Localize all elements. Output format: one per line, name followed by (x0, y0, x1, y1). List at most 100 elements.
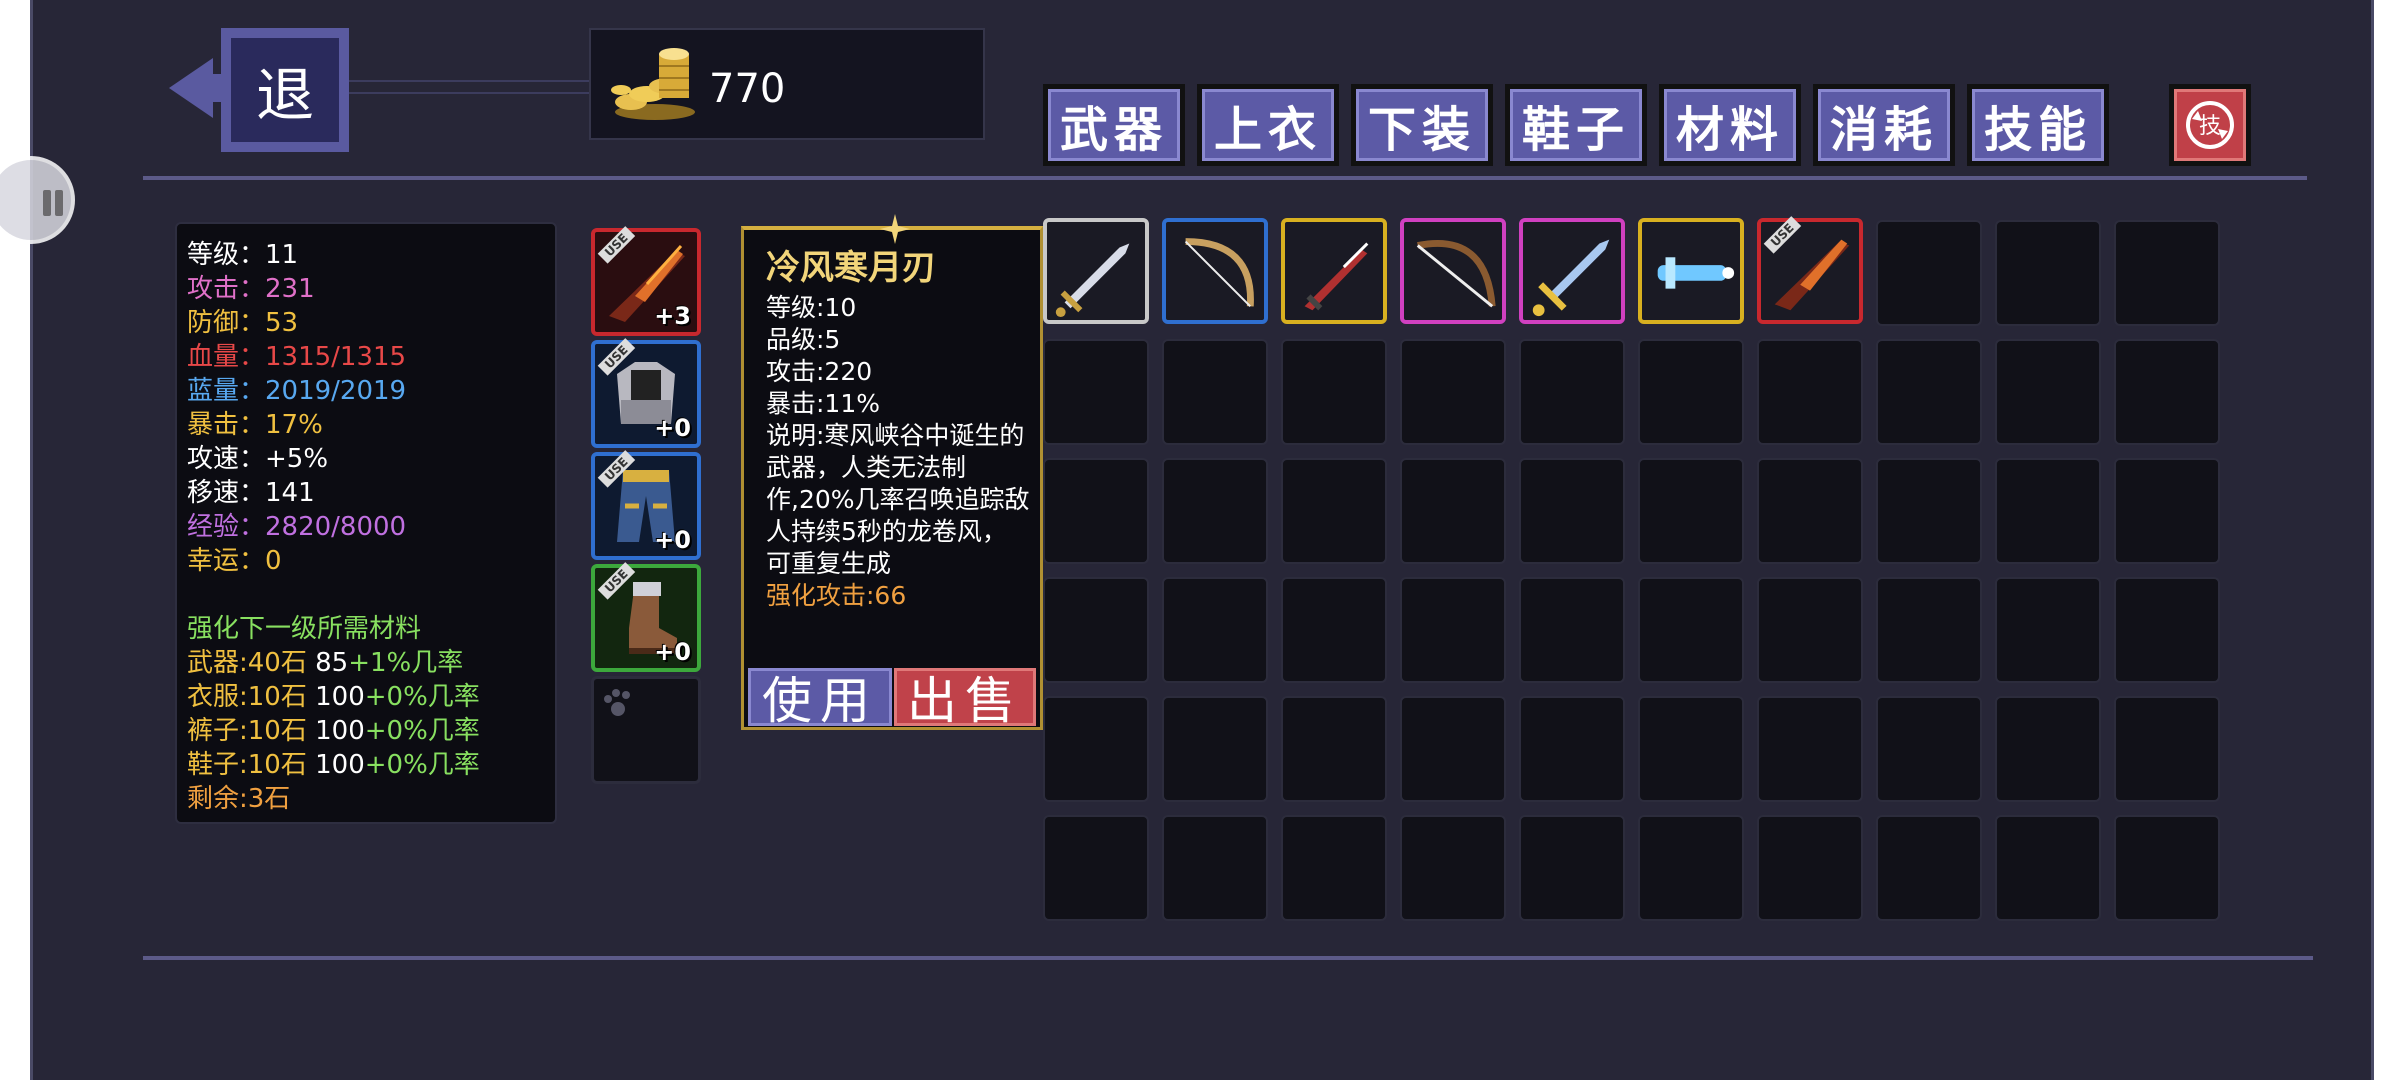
inventory-slot-empty[interactable] (1281, 339, 1387, 445)
inventory-slot-empty[interactable] (1995, 458, 2101, 564)
stat-attack-speed: 攻速：+5% (187, 444, 329, 474)
inventory-slot-empty[interactable] (1519, 339, 1625, 445)
inventory-slot-empty[interactable] (1995, 696, 2101, 802)
ice-blade-icon (1657, 257, 1735, 289)
upgrade-shoes-num: 100 (315, 750, 365, 780)
inventory-item-ice-blade[interactable] (1638, 218, 1744, 324)
inventory-slot-empty[interactable] (1876, 220, 1982, 326)
tab-skills[interactable]: 技能 (1967, 84, 2109, 166)
equipped-armor-slot[interactable]: USE +0 (591, 338, 701, 448)
inventory-slot-empty[interactable] (1519, 458, 1625, 564)
gold-coins-icon (611, 48, 695, 120)
inventory-item-long-bow[interactable] (1400, 218, 1506, 324)
upgrade-shoes-rate: +0%几率 (364, 750, 480, 780)
enhance-level: +0 (654, 414, 691, 442)
inventory-slot-empty[interactable] (1162, 458, 1268, 564)
inventory-slot-empty[interactable] (1638, 815, 1744, 921)
inventory-slot-empty[interactable] (1757, 696, 1863, 802)
tab-shoes[interactable]: 鞋子 (1505, 84, 1647, 166)
inventory-item-wooden-bow[interactable] (1162, 218, 1268, 324)
inventory-slot-empty[interactable] (2114, 577, 2220, 683)
inventory-slot-empty[interactable] (1400, 577, 1506, 683)
tab-weapon[interactable]: 武器 (1043, 84, 1185, 166)
skill-reset-button[interactable]: 技 (2169, 84, 2251, 166)
inventory-slot-empty[interactable] (1043, 815, 1149, 921)
inventory-slot-empty[interactable] (2114, 815, 2220, 921)
inventory-slot-empty[interactable] (1757, 815, 1863, 921)
inventory-slot-empty[interactable] (2114, 696, 2220, 802)
inventory-slot-empty[interactable] (2114, 339, 2220, 445)
inventory-slot-empty[interactable] (1043, 339, 1149, 445)
item-enhance-bonus: 强化攻击:66 (766, 581, 907, 610)
upgrade-weapon: 武器:40石 85+1%几率 (187, 646, 545, 680)
inventory-slot-empty[interactable] (1400, 815, 1506, 921)
inventory-item-gold-hilt-sword[interactable] (1519, 218, 1625, 324)
tab-materials[interactable]: 材料 (1659, 84, 1801, 166)
equipped-weapon-slot[interactable]: USE +3 (591, 226, 701, 336)
pause-button[interactable] (0, 156, 75, 244)
inventory-slot-empty[interactable] (1995, 577, 2101, 683)
inventory-slot-empty[interactable] (1638, 458, 1744, 564)
inventory-slot-empty[interactable] (1519, 696, 1625, 802)
inventory-slot-empty[interactable] (1281, 815, 1387, 921)
inventory-slot-empty[interactable] (1162, 696, 1268, 802)
inventory-slot-empty[interactable] (1876, 339, 1982, 445)
inventory-slot-empty[interactable] (1281, 577, 1387, 683)
sell-button[interactable]: 出售 (894, 668, 1036, 730)
item-tooltip: 冷风寒月刃 等级:10 品级:5 攻击:220 暴击:11% 说明:寒风峡谷中诞… (741, 214, 1043, 730)
use-button[interactable]: 使用 (748, 668, 892, 730)
upgrade-weapon-rate: +1%几率 (348, 648, 464, 678)
inventory-slot-empty[interactable] (1757, 339, 1863, 445)
equipped-pet-slot[interactable] (591, 676, 701, 784)
inventory-slot-empty[interactable] (1162, 815, 1268, 921)
gold-amount: 770 (709, 66, 786, 112)
inventory-slot-empty[interactable] (1995, 220, 2101, 326)
upgrade-pants-part: 裤子:10石 (187, 716, 307, 746)
inventory-slot-empty[interactable] (1757, 458, 1863, 564)
inventory-slot-empty[interactable] (1162, 339, 1268, 445)
inventory-slot-empty[interactable] (1876, 458, 1982, 564)
inventory-slot-empty[interactable] (1400, 696, 1506, 802)
inventory-slot-empty[interactable] (1876, 577, 1982, 683)
inventory-slot-empty[interactable] (1995, 815, 2101, 921)
inventory-item-crimson-dagger[interactable] (1281, 218, 1387, 324)
inventory-slot-empty[interactable] (1638, 577, 1744, 683)
back-button[interactable]: 退 (169, 28, 349, 152)
equipped-boots-slot[interactable]: USE +0 (591, 562, 701, 672)
inventory-slot-empty[interactable] (1876, 696, 1982, 802)
inventory-slot-empty[interactable] (1162, 577, 1268, 683)
inventory-item-silver-sword[interactable] (1043, 218, 1149, 324)
stat-luck: 幸运：0 (187, 546, 282, 576)
inventory-slot-empty[interactable] (1757, 577, 1863, 683)
tab-top[interactable]: 上衣 (1197, 84, 1339, 166)
upgrade-remaining: 剩余:3石 (187, 784, 291, 814)
enhance-level: +0 (654, 638, 691, 666)
inventory-slot-empty[interactable] (1043, 696, 1149, 802)
tab-consumables[interactable]: 消耗 (1813, 84, 1955, 166)
inventory-slot-empty[interactable] (1638, 339, 1744, 445)
upgrade-clothes: 衣服:10石 100+0%几率 (187, 680, 545, 714)
back-label: 退 (231, 38, 339, 142)
item-level: 等级:10 (766, 293, 857, 322)
inventory-slot-empty[interactable] (1519, 815, 1625, 921)
inventory-slot-empty[interactable] (1519, 577, 1625, 683)
item-details: 等级:10 品级:5 攻击:220 暴击:11% 说明:寒风峡谷中诞生的武器，人… (766, 292, 1030, 612)
inventory-slot-empty[interactable] (1400, 458, 1506, 564)
inventory-slot-empty[interactable] (1400, 339, 1506, 445)
inventory-slot-empty[interactable] (1638, 696, 1744, 802)
inventory-slot-empty[interactable] (1995, 339, 2101, 445)
inventory-slot-empty[interactable] (2114, 220, 2220, 326)
inventory-slot-empty[interactable] (1876, 815, 1982, 921)
gold-display: 770 (589, 28, 985, 140)
equipped-pants-slot[interactable]: USE +0 (591, 450, 701, 560)
inventory-slot-empty[interactable] (1281, 696, 1387, 802)
inventory-item-flame-blade[interactable]: USE (1757, 216, 1863, 324)
inventory-slot-empty[interactable] (1043, 458, 1149, 564)
inventory-slot-empty[interactable] (2114, 458, 2220, 564)
upgrade-pants: 裤子:10石 100+0%几率 (187, 714, 545, 748)
stat-move-speed: 移速：141 (187, 478, 315, 508)
inventory-slot-empty[interactable] (1281, 458, 1387, 564)
crimson-dagger-icon (1304, 242, 1369, 311)
inventory-slot-empty[interactable] (1043, 577, 1149, 683)
tab-bottom[interactable]: 下装 (1351, 84, 1493, 166)
